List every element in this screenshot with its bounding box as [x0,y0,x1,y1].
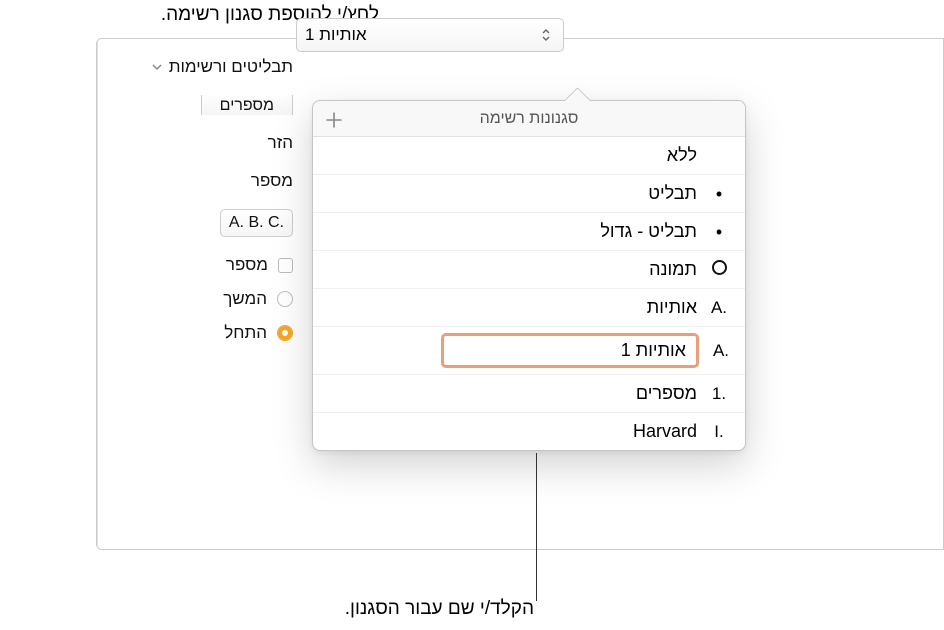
plus-icon [325,111,343,129]
image-bullet-icon [707,260,731,280]
abc-format-row: A. B. C. [112,209,293,237]
sidebar-radio-start[interactable]: התחל [112,323,293,343]
style-item-image-label: תמונה [649,259,697,280]
style-prefix-letters: A. [707,298,731,318]
style-item-bullet[interactable]: • תבליט [313,175,745,213]
number-format-select[interactable]: A. B. C. [220,209,293,237]
style-prefix-harvard: I. [707,422,731,442]
sidebar-tab-row: מספרים [112,95,293,115]
list-styles-popover: סגנונות רשימה ללא • תבליט • תבליט - גדול… [312,100,746,451]
number-format-value: A. B. C. [229,214,284,232]
style-item-numbers-label: מספרים [636,383,697,404]
radio-icon [277,291,293,307]
list-style-dropdown[interactable]: אותיות 1 [296,18,564,52]
sidebar-row-2: מספר [112,171,293,191]
radio-selected-icon [277,325,293,341]
style-item-letters1-editing: A. [313,327,745,375]
style-item-bullet-big-label: תבליט - גדול [600,221,697,242]
chevron-down-icon [151,61,163,73]
style-item-numbers[interactable]: 1. מספרים [313,375,745,413]
bullets-lists-section[interactable]: תבליטים ורשימות [112,57,293,77]
numbers-tab[interactable]: מספרים [201,95,293,115]
section-title: תבליטים ורשימות [169,57,293,77]
popover-title: סגנונות רשימה [480,110,579,128]
style-item-bullet-big[interactable]: • תבליט - גדול [313,213,745,251]
style-prefix-letters1: A. [709,341,733,361]
style-item-harvard[interactable]: I. Harvard [313,413,745,450]
style-list: ללא • תבליט • תבליט - גדול תמונה A. אותי… [313,137,745,450]
sidebar-radio-continue[interactable]: המשך [112,289,293,309]
bullet-icon: • [707,185,731,203]
format-sidebar: תבליטים ורשימות מספרים הזר מספר A. B. C.… [97,39,307,549]
leader-line-bottom [536,453,537,601]
style-item-bullet-label: תבליט [648,183,697,204]
checkbox-icon [278,258,293,273]
style-item-none[interactable]: ללא [313,137,745,175]
add-style-button[interactable] [321,107,347,133]
style-item-none-label: ללא [667,145,697,166]
style-prefix-numbers: 1. [707,384,731,404]
dropdown-selected-label: אותיות 1 [305,25,367,45]
popover-header: סגנונות רשימה [313,101,745,137]
style-item-image[interactable]: תמונה [313,251,745,289]
sidebar-check-1-label: מספר [226,255,268,275]
sidebar-radio-continue-label: המשך [223,289,267,309]
style-name-input[interactable] [441,333,699,368]
style-item-harvard-label: Harvard [633,421,697,442]
style-item-letters-label: אותיות [647,297,697,318]
sidebar-row-1: הזר [112,133,293,153]
bullet-icon: • [707,223,731,241]
callout-type-name: הקלד/י שם עבור הסגנון. [345,598,534,620]
style-item-letters[interactable]: A. אותיות [313,289,745,327]
sidebar-check-1[interactable]: מספר [112,255,293,275]
chevron-up-down-icon [539,28,553,42]
sidebar-radio-start-label: התחל [224,323,267,343]
